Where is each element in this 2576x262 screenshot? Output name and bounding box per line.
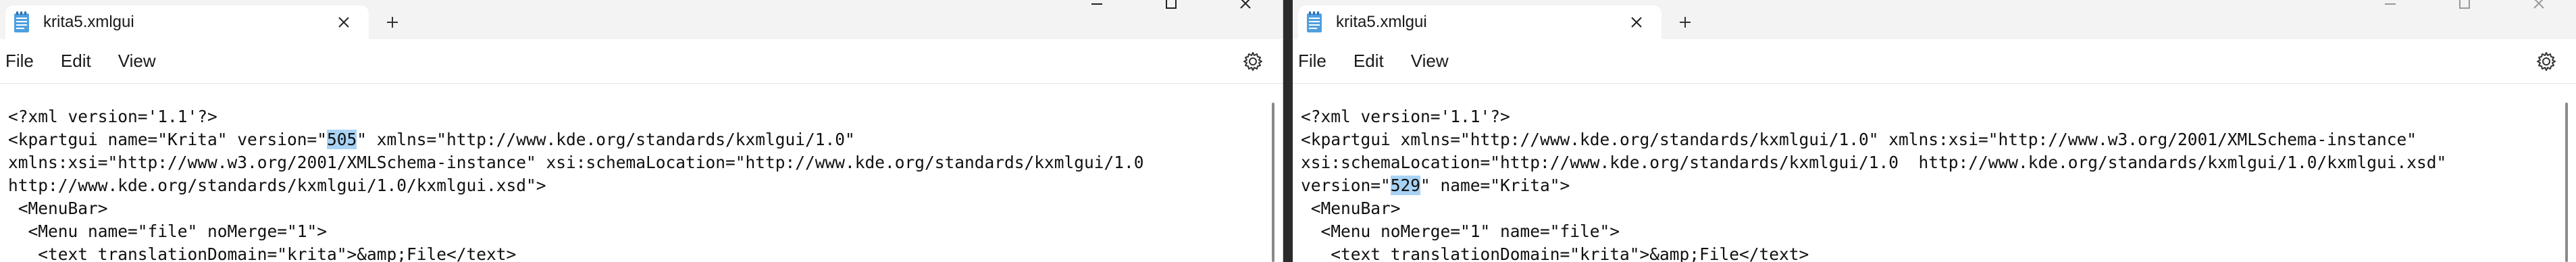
editor-content: <?xml version='1.1'?> <kpartgui name="Kr…: [8, 105, 1144, 262]
editor-content: <?xml version='1.1'?> <kpartgui xmlns="h…: [1301, 105, 2446, 262]
menu-view[interactable]: View: [105, 51, 170, 72]
text-editor[interactable]: <?xml version='1.1'?> <kpartgui xmlns="h…: [1293, 84, 2576, 262]
text-editor[interactable]: <?xml version='1.1'?> <kpartgui name="Kr…: [0, 84, 1283, 262]
menu-edit[interactable]: Edit: [47, 51, 105, 72]
code-line: <Menu name="file" noMerge="1">: [8, 221, 328, 241]
selected-text: 529: [1390, 176, 1421, 195]
document-tab[interactable]: krita5.xmlgui: [5, 5, 369, 39]
menu-edit[interactable]: Edit: [1340, 51, 1397, 72]
code-line: <text translationDomain="krita">&amp;Fil…: [1301, 244, 1809, 262]
window-controls: [1060, 0, 1283, 14]
code-line: xsi:schemaLocation="http://www.kde.org/s…: [1301, 153, 2447, 172]
menu-bar: File Edit View: [0, 39, 1283, 84]
code-line: <text translationDomain="krita">&amp;Fil…: [8, 244, 517, 262]
notepad-window-right: krita5.xmlgui File Edit View <?xml versi…: [1293, 0, 2576, 262]
maximize-button[interactable]: [1134, 0, 1208, 14]
menu-view[interactable]: View: [1397, 51, 1462, 72]
plus-icon[interactable]: [1668, 5, 1702, 39]
minimize-button[interactable]: [1060, 0, 1134, 14]
tab-title: krita5.xmlgui: [1336, 13, 1427, 31]
title-bar[interactable]: krita5.xmlgui: [1293, 0, 2576, 39]
window-divider: [1283, 0, 1293, 262]
code-line: <MenuBar>: [1301, 199, 1401, 218]
code-line: http://www.kde.org/standards/kxmlgui/1.0…: [8, 176, 546, 195]
notepad-icon: [1306, 11, 1322, 33]
close-icon[interactable]: [1626, 12, 1647, 32]
gear-icon[interactable]: [1242, 51, 1264, 72]
minimize-button[interactable]: [2353, 0, 2427, 14]
selected-text: 505: [327, 130, 357, 149]
close-window-button[interactable]: [2502, 0, 2576, 14]
vertical-scrollbar[interactable]: [2565, 103, 2568, 262]
notepad-icon: [14, 11, 30, 33]
maximize-button[interactable]: [2427, 0, 2502, 14]
code-line: <?xml version='1.1'?>: [8, 107, 217, 126]
tab-title: krita5.xmlgui: [43, 13, 134, 31]
menu-bar: File Edit View: [1293, 39, 2576, 84]
window-controls: [2353, 0, 2576, 14]
close-icon[interactable]: [334, 12, 354, 32]
code-line: version="529" name="Krita">: [1301, 176, 1570, 195]
document-tab[interactable]: krita5.xmlgui: [1298, 5, 1661, 39]
code-line: xmlns:xsi="http://www.w3.org/2001/XMLSch…: [8, 153, 1144, 172]
code-line: <MenuBar>: [8, 199, 108, 218]
code-line: <?xml version='1.1'?>: [1301, 107, 1510, 126]
plus-icon[interactable]: [376, 5, 409, 39]
screen: krita5.xmlgui File Edit View <?xml versi…: [0, 0, 2576, 262]
code-line: <kpartgui name="Krita" version="505" xml…: [8, 130, 855, 149]
gear-icon[interactable]: [2535, 51, 2557, 72]
title-bar[interactable]: krita5.xmlgui: [0, 0, 1283, 39]
code-line: <kpartgui xmlns="http://www.kde.org/stan…: [1301, 130, 2417, 149]
menu-file[interactable]: File: [1293, 51, 1340, 72]
close-window-button[interactable]: [1208, 0, 1283, 14]
vertical-scrollbar[interactable]: [1272, 103, 1274, 262]
notepad-window-left: krita5.xmlgui File Edit View <?xml versi…: [0, 0, 1283, 262]
code-line: <Menu noMerge="1" name="file">: [1301, 221, 1620, 241]
menu-file[interactable]: File: [0, 51, 47, 72]
